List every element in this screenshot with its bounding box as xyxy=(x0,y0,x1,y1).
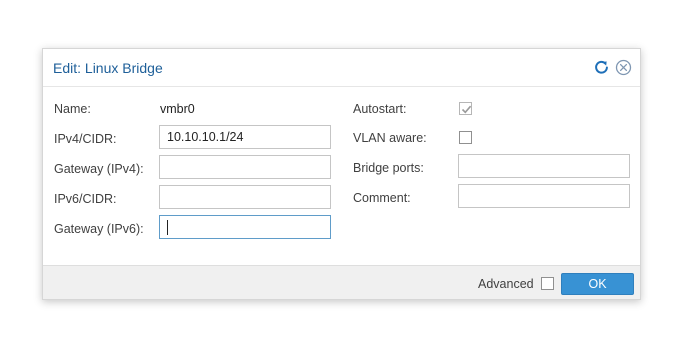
dialog-body: Name: vmbr0 IPv4/CIDR: Gateway (IPv4): I… xyxy=(43,87,640,265)
comment-label: Comment: xyxy=(353,191,411,205)
dialog-title: Edit: Linux Bridge xyxy=(53,60,163,76)
ipv6-cidr-label: IPv6/CIDR: xyxy=(54,192,117,206)
ipv4-cidr-label: IPv4/CIDR: xyxy=(54,132,117,146)
gateway-ipv6-label: Gateway (IPv6): xyxy=(54,222,144,236)
dialog-header: Edit: Linux Bridge xyxy=(43,49,640,87)
refresh-icon[interactable] xyxy=(593,59,610,76)
checkmark-icon xyxy=(461,105,472,114)
dialog-footer: Advanced OK xyxy=(43,265,640,299)
autostart-checkbox[interactable] xyxy=(459,102,472,115)
comment-input[interactable] xyxy=(458,184,630,208)
ok-button[interactable]: OK xyxy=(561,273,634,295)
edit-linux-bridge-dialog: Edit: Linux Bridge Name: vmbr0 IPv4/CIDR… xyxy=(42,48,641,300)
autostart-label: Autostart: xyxy=(353,102,407,116)
text-cursor xyxy=(167,220,168,235)
ipv6-cidr-input[interactable] xyxy=(159,185,331,209)
advanced-checkbox[interactable] xyxy=(541,277,554,290)
bridge-ports-input[interactable] xyxy=(458,154,630,178)
advanced-label: Advanced xyxy=(478,277,534,291)
name-value: vmbr0 xyxy=(160,102,195,116)
name-label: Name: xyxy=(54,102,91,116)
gateway-ipv6-input[interactable] xyxy=(159,215,331,239)
ipv4-cidr-input[interactable] xyxy=(159,125,331,149)
gateway-ipv4-input[interactable] xyxy=(159,155,331,179)
gateway-ipv4-label: Gateway (IPv4): xyxy=(54,162,144,176)
close-icon[interactable] xyxy=(615,59,632,76)
vlan-aware-label: VLAN aware: xyxy=(353,131,427,145)
vlan-aware-checkbox[interactable] xyxy=(459,131,472,144)
bridge-ports-label: Bridge ports: xyxy=(353,161,424,175)
